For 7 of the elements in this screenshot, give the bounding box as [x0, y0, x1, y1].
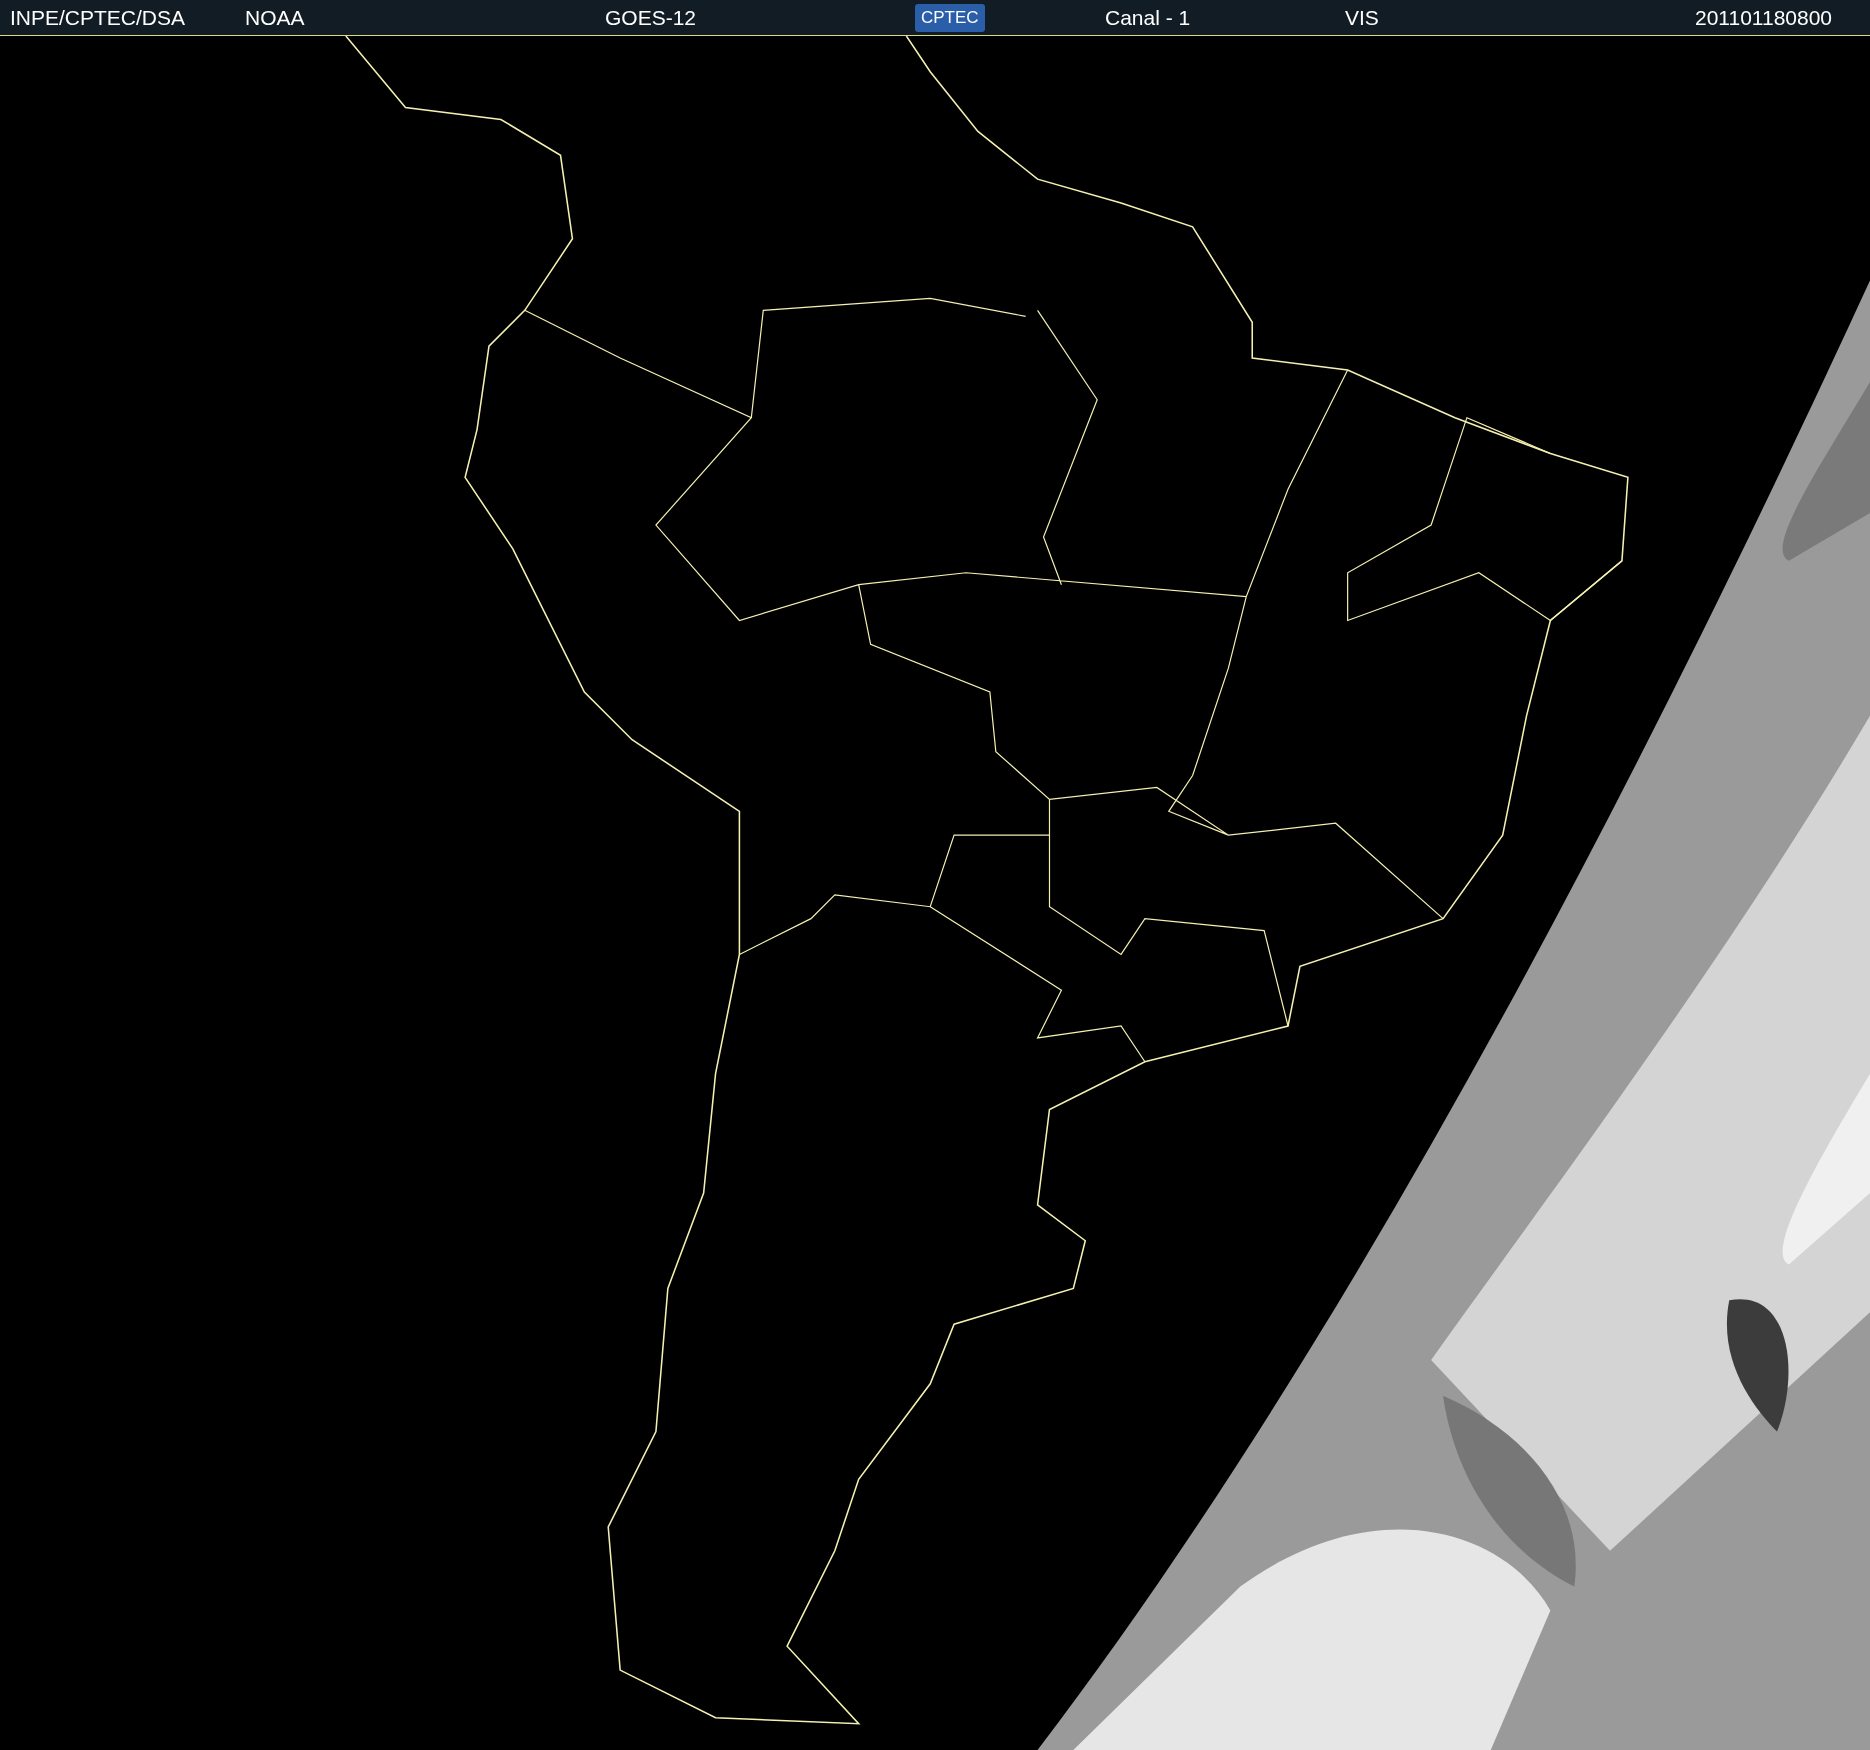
logo: CPTEC: [915, 3, 985, 32]
header-label: INPE/CPTEC/DSA: [10, 5, 186, 30]
header-label: NOAA: [245, 5, 305, 30]
header-label: 201101180800: [1695, 5, 1833, 30]
header-label: VIS: [1345, 5, 1379, 30]
header-label: Canal - 1: [1105, 5, 1191, 30]
header-label: GOES-12: [605, 5, 697, 30]
